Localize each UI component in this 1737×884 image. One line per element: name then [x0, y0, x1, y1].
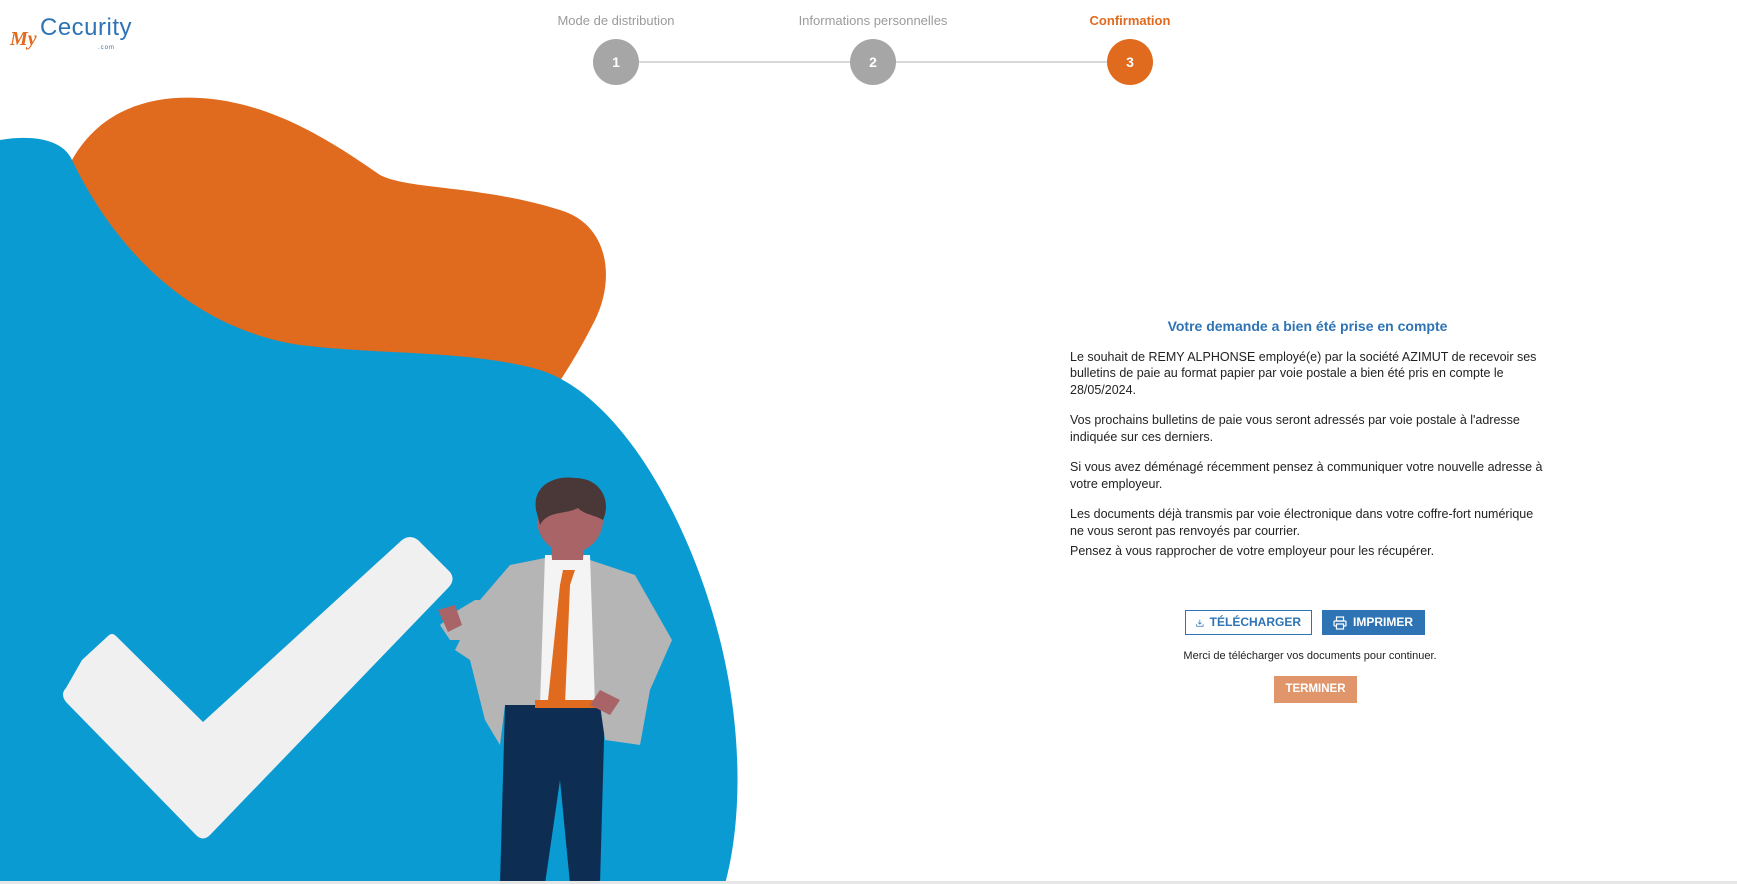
step-number: 2: [850, 39, 896, 85]
print-label: IMPRIMER: [1353, 615, 1413, 629]
confirmation-paragraph: Les documents déjà transmis par voie éle…: [1070, 507, 1534, 538]
step-3: Confirmation 3: [1030, 0, 1230, 85]
confirmation-paragraph: Vos prochains bulletins de paie vous ser…: [1070, 413, 1520, 444]
step-2: Informations personnelles 2: [773, 0, 973, 85]
download-notice: Merci de télécharger vos documents pour …: [1183, 650, 1437, 662]
download-label: TÉLÉCHARGER: [1209, 615, 1301, 629]
step-label: Confirmation: [1089, 13, 1171, 28]
finish-button[interactable]: TERMINER: [1274, 676, 1357, 703]
confirmation-paragraph: Le souhait de REMY ALPHONSE employé(e) p…: [1070, 349, 1537, 397]
confirmation-title: Votre demande a bien été prise en compte: [1167, 318, 1448, 334]
document-actions: TÉLÉCHARGER IMPRIMER: [1185, 610, 1425, 637]
confirmation-illustration: [0, 97, 738, 884]
step-number: 3: [1107, 39, 1153, 85]
step-number: 1: [593, 39, 639, 85]
download-button[interactable]: TÉLÉCHARGER: [1185, 610, 1312, 635]
confirmation-paragraph: Pensez à vous rapprocher de votre employ…: [1070, 544, 1435, 558]
download-icon: [1196, 619, 1204, 627]
step-label: Informations personnelles: [798, 13, 948, 28]
printer-icon: [1333, 615, 1347, 630]
confirmation-paragraph: Si vous avez déménagé récemment pensez à…: [1070, 460, 1543, 491]
confirmation-panel: Votre demande a bien été prise en compte…: [1070, 318, 1545, 574]
print-button[interactable]: IMPRIMER: [1322, 610, 1425, 635]
